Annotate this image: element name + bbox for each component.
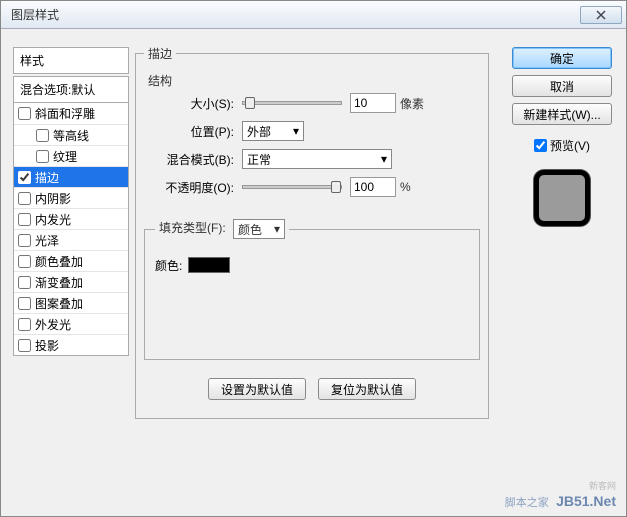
fx-checkbox[interactable] [18,339,31,352]
reset-default-button[interactable]: 复位为默认值 [318,378,416,400]
chevron-down-icon: ▾ [274,222,280,236]
opacity-unit: % [400,180,411,194]
blendmode-value: 正常 [247,151,271,168]
action-panel: 确定 取消 新建样式(W)... 预览(V) [512,47,612,226]
fx-item-5[interactable]: 内发光 [14,208,128,229]
position-select[interactable]: 外部 ▾ [242,121,304,141]
filltype-select[interactable]: 颜色 ▾ [233,219,285,239]
watermark: 新客网 脚本之家 JB51.Net [505,493,616,510]
blendmode-row: 混合模式(B): 正常 ▾ [154,145,480,173]
close-icon [596,10,606,20]
fx-label: 颜色叠加 [35,253,83,270]
styles-sidebar: 样式 混合选项:默认 斜面和浮雕等高线纹理描边内阴影内发光光泽颜色叠加渐变叠加图… [13,47,129,356]
color-swatch[interactable] [188,257,230,273]
blendmode-label: 混合模式(B): [154,151,234,168]
opacity-input[interactable] [350,177,396,197]
fx-label: 投影 [35,337,59,354]
slider-thumb-icon[interactable] [331,181,341,193]
make-default-button[interactable]: 设置为默认值 [208,378,306,400]
fx-label: 光泽 [35,232,59,249]
position-row: 位置(P): 外部 ▾ [154,117,480,145]
chevron-down-icon: ▾ [293,124,299,138]
fx-checkbox[interactable] [36,129,49,142]
blendmode-select[interactable]: 正常 ▾ [242,149,392,169]
preview-row: 预览(V) [512,137,612,154]
fx-item-11[interactable]: 投影 [14,334,128,355]
filltype-label: 填充类型(F): [159,221,226,235]
effects-list: 斜面和浮雕等高线纹理描边内阴影内发光光泽颜色叠加渐变叠加图案叠加外发光投影 [13,103,129,356]
size-slider[interactable] [242,101,342,105]
structure-title: 结构 [144,72,176,89]
fx-checkbox[interactable] [18,213,31,226]
size-row: 大小(S): 像素 [154,89,480,117]
chevron-down-icon: ▾ [381,152,387,166]
fx-checkbox[interactable] [18,171,31,184]
preview-thumbnail [534,170,590,226]
fx-label: 内阴影 [35,190,71,207]
layer-style-dialog: 图层样式 样式 混合选项:默认 斜面和浮雕等高线纹理描边内阴影内发光光泽颜色叠加… [0,0,627,517]
structure-group: 结构 大小(S): 像素 位置(P): 外部 ▾ [144,72,480,201]
size-label: 大小(S): [154,95,234,112]
fx-checkbox[interactable] [36,150,49,163]
opacity-label: 不透明度(O): [154,179,234,196]
fx-label: 斜面和浮雕 [35,105,95,122]
group-title: 描边 [144,45,176,62]
color-row: 颜色: [155,251,469,279]
default-buttons: 设置为默认值 复位为默认值 [144,378,480,400]
preview-label: 预览(V) [550,137,590,154]
fx-checkbox[interactable] [18,318,31,331]
settings-panel: 描边 结构 大小(S): 像素 位置(P): 外部 [135,45,489,505]
new-style-button[interactable]: 新建样式(W)... [512,103,612,125]
cancel-button[interactable]: 取消 [512,75,612,97]
fx-item-3[interactable]: 描边 [14,166,128,187]
fx-checkbox[interactable] [18,107,31,120]
fx-item-10[interactable]: 外发光 [14,313,128,334]
fx-item-2[interactable]: 纹理 [14,145,128,166]
position-label: 位置(P): [154,123,234,140]
fx-checkbox[interactable] [18,276,31,289]
fx-checkbox[interactable] [18,297,31,310]
window-title: 图层样式 [5,6,59,23]
fx-item-9[interactable]: 图案叠加 [14,292,128,313]
position-value: 外部 [247,123,271,140]
fx-label: 纹理 [53,148,77,165]
stroke-group: 描边 结构 大小(S): 像素 位置(P): 外部 [135,45,489,419]
opacity-row: 不透明度(O): % [154,173,480,201]
fx-checkbox[interactable] [18,234,31,247]
fx-item-1[interactable]: 等高线 [14,124,128,145]
slider-thumb-icon[interactable] [245,97,255,109]
titlebar[interactable]: 图层样式 [1,1,626,29]
size-unit: 像素 [400,95,424,112]
blending-options[interactable]: 混合选项:默认 [13,76,129,103]
fx-item-4[interactable]: 内阴影 [14,187,128,208]
dialog-body: 样式 混合选项:默认 斜面和浮雕等高线纹理描边内阴影内发光光泽颜色叠加渐变叠加图… [1,29,626,516]
fx-item-7[interactable]: 颜色叠加 [14,250,128,271]
fx-label: 描边 [35,169,59,186]
fx-label: 渐变叠加 [35,274,83,291]
filltype-legend: 填充类型(F): 颜色 ▾ [155,219,289,239]
fx-item-0[interactable]: 斜面和浮雕 [14,103,128,124]
fx-checkbox[interactable] [18,255,31,268]
ok-button[interactable]: 确定 [512,47,612,69]
opacity-slider[interactable] [242,185,342,189]
fx-checkbox[interactable] [18,192,31,205]
fx-label: 等高线 [53,127,89,144]
close-button[interactable] [580,6,622,24]
preview-checkbox[interactable] [534,139,547,152]
fx-label: 内发光 [35,211,71,228]
size-input[interactable] [350,93,396,113]
fill-group: 填充类型(F): 颜色 ▾ 颜色: [144,219,480,360]
fx-label: 外发光 [35,316,71,333]
styles-header[interactable]: 样式 [13,47,129,74]
fx-item-8[interactable]: 渐变叠加 [14,271,128,292]
fx-label: 图案叠加 [35,295,83,312]
filltype-value: 颜色 [238,221,262,238]
color-label: 颜色: [155,257,182,274]
fx-item-6[interactable]: 光泽 [14,229,128,250]
